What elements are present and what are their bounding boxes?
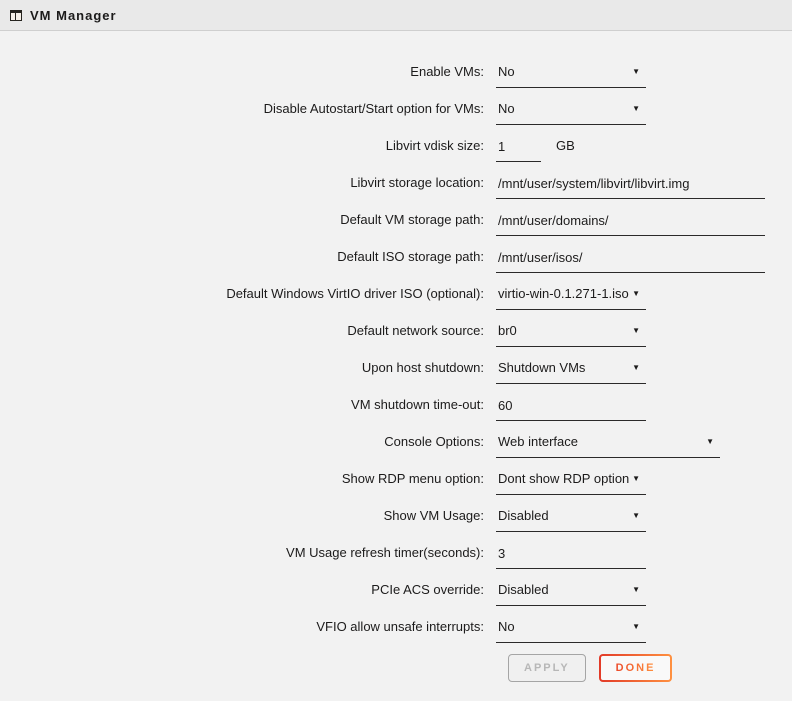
enable-vms-label: Enable VMs: — [0, 62, 496, 82]
form-row: Default ISO storage path: — [0, 247, 792, 273]
chevron-down-icon: ▼ — [632, 321, 646, 341]
chevron-down-icon: ▼ — [632, 506, 646, 526]
page-title: VM Manager — [30, 8, 117, 23]
pcie-acs-override-value: Disabled — [496, 580, 549, 600]
form-row: Disable Autostart/Start option for VMs:N… — [0, 99, 792, 125]
console-options-label: Console Options: — [0, 432, 496, 452]
form-row: Upon host shutdown:Shutdown VMs ▼ — [0, 358, 792, 384]
pcie-acs-override-label: PCIe ACS override: — [0, 580, 496, 600]
form-row: VFIO allow unsafe interrupts:No ▼ — [0, 617, 792, 643]
apply-button-label: APPLY — [524, 662, 570, 674]
default-iso-storage-path-input[interactable] — [496, 247, 765, 273]
form-actions: APPLY DONE — [0, 654, 792, 682]
show-rdp-menu-option-label: Show RDP menu option: — [0, 469, 496, 489]
chevron-down-icon: ▼ — [632, 358, 646, 378]
virtio-driver-iso-value: virtio-win-0.1.271-1.iso — [496, 284, 629, 304]
chevron-down-icon: ▼ — [632, 617, 646, 637]
show-vm-usage-label: Show VM Usage: — [0, 506, 496, 526]
console-options-value: Web interface — [496, 432, 578, 452]
enable-vms-value: No — [496, 62, 515, 82]
libvirt-storage-location-input[interactable] — [496, 173, 765, 199]
default-vm-storage-path-input[interactable] — [496, 210, 765, 236]
libvirt-vdisk-size-unit-label: GB — [556, 136, 575, 156]
disable-autostart-value: No — [496, 99, 515, 119]
chevron-down-icon: ▼ — [632, 284, 646, 304]
form-row: Libvirt vdisk size: GB — [0, 136, 792, 162]
enable-vms-select[interactable]: No ▼ — [496, 62, 646, 88]
chevron-down-icon: ▼ — [632, 62, 646, 82]
vm-shutdown-timeout-label: VM shutdown time-out: — [0, 395, 496, 415]
virtio-driver-iso-select[interactable]: virtio-win-0.1.271-1.iso▼ — [496, 284, 646, 310]
chevron-down-icon: ▼ — [632, 580, 646, 600]
vm-shutdown-timeout-input[interactable] — [496, 395, 646, 421]
upon-host-shutdown-label: Upon host shutdown: — [0, 358, 496, 378]
libvirt-vdisk-size-input[interactable] — [496, 136, 541, 162]
form-row: PCIe ACS override:Disabled ▼ — [0, 580, 792, 606]
form-row: Default network source:br0 ▼ — [0, 321, 792, 347]
done-button[interactable]: DONE — [599, 654, 673, 682]
settings-form: Enable VMs:No▼Disable Autostart/Start op… — [0, 31, 792, 643]
upon-host-shutdown-select[interactable]: Shutdown VMs ▼ — [496, 358, 646, 384]
form-row: Show VM Usage:Disabled ▼ — [0, 506, 792, 532]
vfio-unsafe-interrupts-value: No — [496, 617, 515, 637]
upon-host-shutdown-value: Shutdown VMs — [496, 358, 585, 378]
chevron-down-icon: ▼ — [706, 432, 720, 452]
default-network-source-label: Default network source: — [0, 321, 496, 341]
form-row: Show RDP menu option:Dont show RDP optio… — [0, 469, 792, 495]
form-row: VM Usage refresh timer(seconds): — [0, 543, 792, 569]
default-network-source-select[interactable]: br0 ▼ — [496, 321, 646, 347]
vfio-unsafe-interrupts-label: VFIO allow unsafe interrupts: — [0, 617, 496, 637]
done-button-label: DONE — [616, 662, 656, 674]
default-network-source-value: br0 — [496, 321, 517, 341]
show-vm-usage-select[interactable]: Disabled ▼ — [496, 506, 646, 532]
pcie-acs-override-select[interactable]: Disabled ▼ — [496, 580, 646, 606]
show-rdp-menu-option-select[interactable]: Dont show RDP option▼ — [496, 469, 646, 495]
show-rdp-menu-option-value: Dont show RDP option — [496, 469, 629, 489]
default-vm-storage-path-label: Default VM storage path: — [0, 210, 496, 230]
apply-button[interactable]: APPLY — [508, 654, 586, 682]
form-row: Default VM storage path: — [0, 210, 792, 236]
vm-usage-refresh-timer-label: VM Usage refresh timer(seconds): — [0, 543, 496, 563]
form-row: Libvirt storage location: — [0, 173, 792, 199]
disable-autostart-select[interactable]: No ▼ — [496, 99, 646, 125]
vm-usage-refresh-timer-input[interactable] — [496, 543, 646, 569]
chevron-down-icon: ▼ — [632, 99, 646, 119]
virtio-driver-iso-label: Default Windows VirtIO driver ISO (optio… — [0, 284, 496, 304]
libvirt-storage-location-label: Libvirt storage location: — [0, 173, 496, 193]
form-row: Enable VMs:No ▼ — [0, 62, 792, 88]
form-row: VM shutdown time-out: — [0, 395, 792, 421]
vfio-unsafe-interrupts-select[interactable]: No ▼ — [496, 617, 646, 643]
disable-autostart-label: Disable Autostart/Start option for VMs: — [0, 99, 496, 119]
libvirt-vdisk-size-label: Libvirt vdisk size: — [0, 136, 496, 156]
chevron-down-icon: ▼ — [632, 469, 646, 489]
form-row: Console Options:Web interface ▼ — [0, 432, 792, 458]
vm-manager-page: VM Manager Enable VMs:No▼Disable Autosta… — [0, 0, 792, 701]
show-vm-usage-value: Disabled — [496, 506, 549, 526]
columns-icon — [10, 10, 22, 21]
page-header: VM Manager — [0, 0, 792, 31]
console-options-select[interactable]: Web interface ▼ — [496, 432, 720, 458]
default-iso-storage-path-label: Default ISO storage path: — [0, 247, 496, 267]
form-row: Default Windows VirtIO driver ISO (optio… — [0, 284, 792, 310]
